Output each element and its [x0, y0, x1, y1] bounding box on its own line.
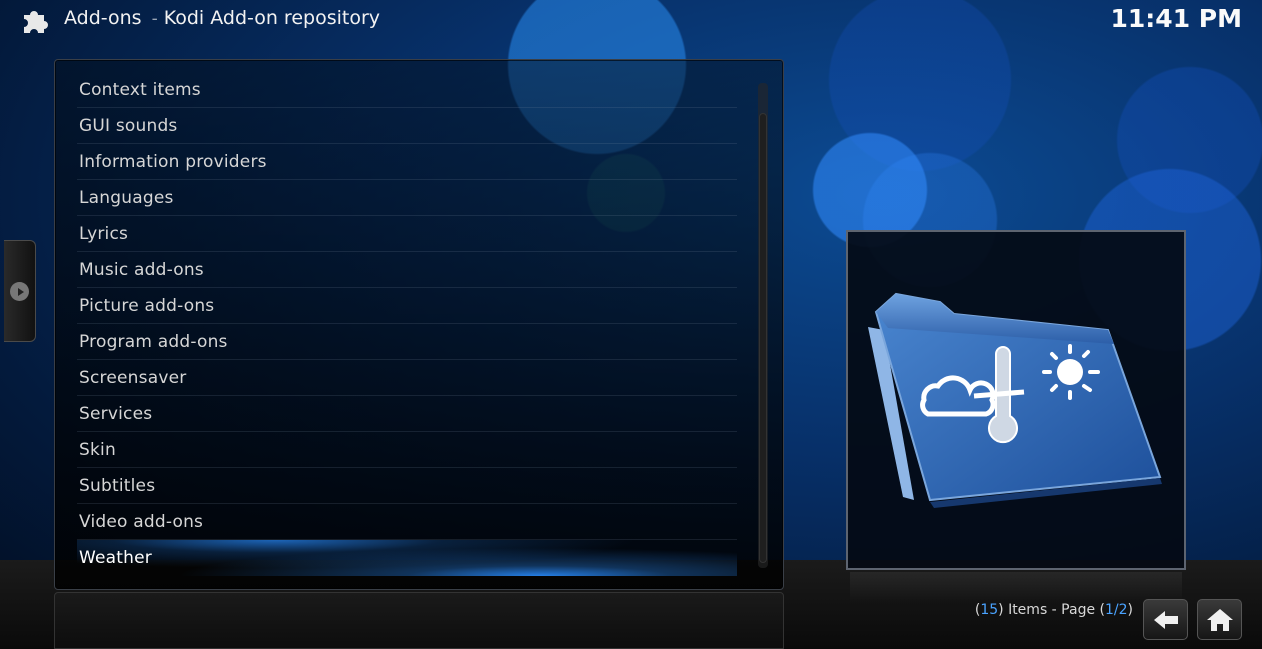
- list-item[interactable]: Program add-ons: [77, 324, 737, 360]
- lower-panel: [54, 592, 784, 649]
- preview-thumbnail: [846, 230, 1186, 570]
- home-button[interactable]: [1197, 599, 1242, 640]
- paren-close: ): [1127, 602, 1133, 618]
- chevron-right-icon: [10, 282, 29, 301]
- scrollbar[interactable]: [758, 83, 768, 568]
- list-item[interactable]: Information providers: [77, 144, 737, 180]
- list-item[interactable]: Screensaver: [77, 360, 737, 396]
- scrollbar-thumb[interactable]: [759, 113, 767, 563]
- preview-reflection: [850, 572, 1182, 602]
- list-item[interactable]: Music add-ons: [77, 252, 737, 288]
- items-label: ) Items - Page (: [998, 602, 1105, 618]
- list-item[interactable]: GUI sounds: [77, 108, 737, 144]
- list-item[interactable]: Subtitles: [77, 468, 737, 504]
- category-list-panel: Context items GUI sounds Information provi…: [54, 59, 784, 590]
- page-title: Add-ons - Kodi Add-on repository: [64, 7, 380, 29]
- list-item[interactable]: Services: [77, 396, 737, 432]
- home-icon: [1206, 608, 1233, 631]
- page-number: 1/2: [1105, 602, 1128, 618]
- section-title: Add-ons: [64, 7, 142, 29]
- list-item[interactable]: Context items: [77, 72, 737, 108]
- title-separator: -: [151, 9, 158, 29]
- repository-title: Kodi Add-on repository: [163, 7, 380, 29]
- list-item[interactable]: Picture add-ons: [77, 288, 737, 324]
- back-arrow-icon: [1153, 610, 1178, 629]
- list-item[interactable]: Languages: [77, 180, 737, 216]
- page-info: (15) Items - Page (1/2): [975, 602, 1133, 618]
- list-item[interactable]: Lyrics: [77, 216, 737, 252]
- list-item[interactable]: Skin: [77, 432, 737, 468]
- side-menu-tab[interactable]: [4, 240, 36, 342]
- clock: 11:41 PM: [1110, 4, 1242, 33]
- header: Add-ons - Kodi Add-on repository 11:41 PM: [0, 0, 1262, 40]
- list-item[interactable]: Video add-ons: [77, 504, 737, 540]
- back-button[interactable]: [1143, 599, 1188, 640]
- puzzle-piece-icon: [24, 11, 48, 33]
- weather-folder-icon: [868, 292, 1162, 508]
- item-count: 15: [980, 602, 999, 618]
- list-item[interactable]: Weather: [77, 540, 737, 576]
